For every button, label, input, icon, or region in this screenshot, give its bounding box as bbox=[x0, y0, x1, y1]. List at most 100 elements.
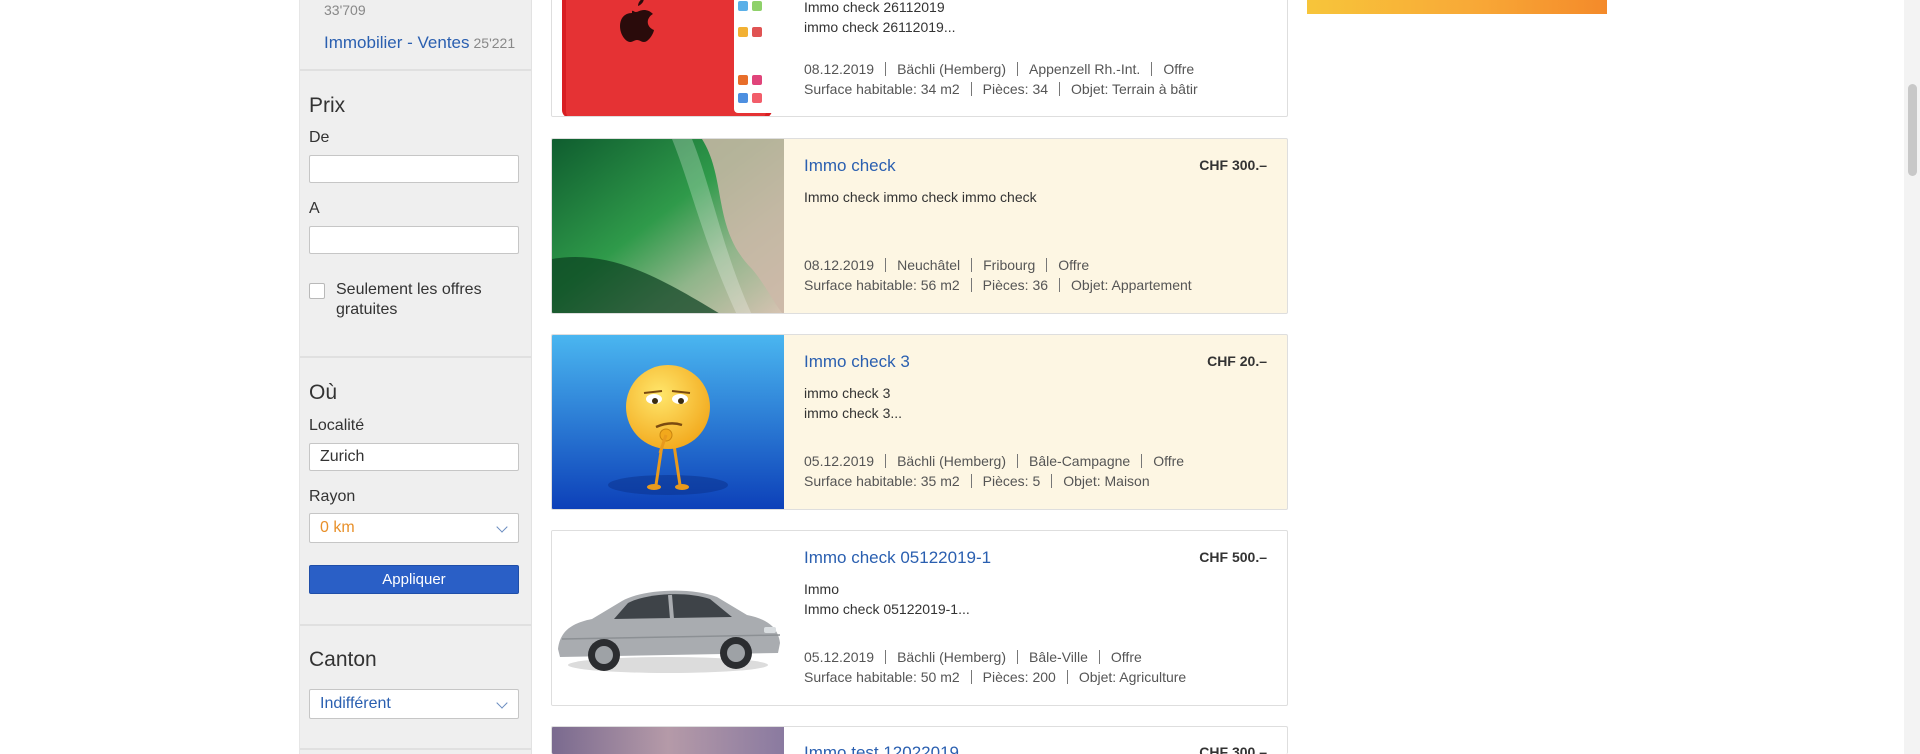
canton-section-title: Canton bbox=[309, 648, 377, 671]
listing-card[interactable]: Immo check 05122019-1 CHF 500.– Immo Imm… bbox=[551, 530, 1288, 706]
listing-date: 08.12.2019 bbox=[804, 61, 875, 77]
scrollbar-thumb[interactable] bbox=[1908, 84, 1917, 176]
listing-seller: Bächli (Hemberg) bbox=[897, 649, 1007, 665]
free-only-checkbox[interactable] bbox=[309, 283, 325, 299]
price-from-input[interactable] bbox=[309, 155, 519, 183]
listing-image-red-tablet[interactable] bbox=[552, 0, 784, 116]
canton-select[interactable]: Indifférent bbox=[309, 689, 519, 719]
listing-description: immo check 3 immo check 3... bbox=[804, 383, 902, 423]
listing-card[interactable]: Immo check 26112019 immo check 26112019.… bbox=[551, 0, 1288, 117]
listing-card[interactable]: Immo check CHF 300.– Immo check immo che… bbox=[551, 138, 1288, 314]
meta-divider bbox=[1059, 82, 1061, 96]
meta-divider bbox=[1046, 258, 1048, 272]
listing-description-line: immo check 3... bbox=[804, 405, 903, 421]
listing-image-silver-car[interactable] bbox=[552, 531, 784, 705]
locality-input[interactable] bbox=[309, 443, 519, 471]
meta-divider bbox=[885, 650, 887, 664]
price-to-label: A bbox=[309, 200, 320, 217]
listing-rooms: Pièces: 5 bbox=[982, 473, 1041, 489]
where-section-title: Où bbox=[309, 381, 338, 404]
listing-object: Objet: Maison bbox=[1063, 473, 1150, 489]
chevron-down-icon bbox=[496, 697, 508, 709]
listing-image-emoji-character[interactable] bbox=[552, 335, 784, 509]
divider bbox=[300, 624, 531, 626]
meta-divider bbox=[1151, 62, 1153, 76]
listing-description-line: immo check 26112019... bbox=[804, 19, 956, 35]
advertisement-banner[interactable] bbox=[1307, 0, 1607, 14]
listing-meta-row: 05.12.2019 Bächli (Hemberg) Bâle-Campagne O… bbox=[804, 453, 1184, 469]
listing-surface: Surface habitable: 56 m2 bbox=[804, 277, 960, 293]
meta-divider bbox=[1017, 62, 1019, 76]
divider bbox=[300, 69, 531, 71]
meta-divider bbox=[1059, 278, 1061, 292]
listing-type: Offre bbox=[1110, 649, 1142, 665]
listing-seller: Bächli (Hemberg) bbox=[897, 61, 1007, 77]
listing-object: Objet: Terrain à bâtir bbox=[1071, 81, 1198, 97]
listing-type: Offre bbox=[1163, 61, 1195, 77]
category-link-immobilier-ventes[interactable]: Immobilier - Ventes 25'221 bbox=[324, 33, 515, 53]
listing-seller: Neuchâtel bbox=[897, 257, 961, 273]
meta-divider bbox=[1017, 454, 1019, 468]
listing-region: Fribourg bbox=[983, 257, 1036, 273]
listing-rooms: Pièces: 36 bbox=[982, 277, 1049, 293]
free-only-label[interactable]: Seulement les offres gratuites bbox=[336, 280, 501, 320]
chevron-down-icon bbox=[496, 521, 508, 533]
listing-seller: Bächli (Hemberg) bbox=[897, 453, 1007, 469]
listing-title-link[interactable]: Immo test 12022019 bbox=[804, 743, 959, 754]
scrollbar[interactable] bbox=[1904, 0, 1920, 754]
listing-price: CHF 300.– bbox=[1199, 744, 1267, 754]
listing-card[interactable]: Immo check 3 CHF 20.– immo check 3 immo … bbox=[551, 334, 1288, 510]
divider bbox=[300, 748, 531, 750]
listing-rooms: Pièces: 200 bbox=[982, 669, 1056, 685]
listing-title-link[interactable]: Immo check bbox=[804, 156, 896, 176]
listing-region: Bâle-Ville bbox=[1029, 649, 1088, 665]
listing-date: 08.12.2019 bbox=[804, 257, 875, 273]
listing-description-line: Immo check 26112019 bbox=[804, 0, 945, 15]
listing-details-row: Surface habitable: 35 m2 Pièces: 5 Objet: … bbox=[804, 473, 1150, 489]
radius-label: Rayon bbox=[309, 488, 356, 505]
category-label: Immobilier - Ventes bbox=[324, 33, 470, 52]
divider bbox=[300, 356, 531, 358]
listing-description-line: immo check 3 bbox=[804, 385, 891, 401]
apply-button[interactable]: Appliquer bbox=[309, 565, 519, 594]
free-only-option[interactable]: Seulement les offres gratuites bbox=[309, 280, 501, 320]
listing-meta-row: 08.12.2019 Bächli (Hemberg) Appenzell Rh.-… bbox=[804, 61, 1194, 77]
canton-value: Indifférent bbox=[320, 695, 391, 712]
listing-image-purple-sky[interactable] bbox=[552, 727, 784, 754]
listing-object: Objet: Agriculture bbox=[1078, 669, 1187, 685]
meta-divider bbox=[970, 82, 972, 96]
meta-divider bbox=[1066, 670, 1068, 684]
listing-region: Bâle-Campagne bbox=[1029, 453, 1131, 469]
listing-meta-row: 08.12.2019 Neuchâtel Fribourg Offre bbox=[804, 257, 1089, 273]
meta-divider bbox=[971, 258, 973, 272]
listing-description-line: Immo check immo check immo check bbox=[804, 189, 1037, 205]
radius-value: 0 km bbox=[320, 519, 355, 536]
listing-type: Offre bbox=[1153, 453, 1185, 469]
listing-image-green-wave[interactable] bbox=[552, 139, 784, 313]
listing-price: CHF 300.– bbox=[1199, 157, 1267, 173]
listing-description-line: Immo check 05122019-1... bbox=[804, 601, 970, 617]
listing-region: Appenzell Rh.-Int. bbox=[1029, 61, 1141, 77]
radius-select[interactable]: 0 km bbox=[309, 513, 519, 543]
listing-title-link[interactable]: Immo check 05122019-1 bbox=[804, 548, 991, 568]
meta-divider bbox=[1017, 650, 1019, 664]
price-to-input[interactable] bbox=[309, 226, 519, 254]
listing-date: 05.12.2019 bbox=[804, 453, 875, 469]
listing-details-row: Surface habitable: 34 m2 Pièces: 34 Objet:… bbox=[804, 81, 1198, 97]
locality-label: Localité bbox=[309, 417, 365, 434]
listing-details-row: Surface habitable: 56 m2 Pièces: 36 Objet:… bbox=[804, 277, 1192, 293]
listing-description-line: Immo bbox=[804, 581, 839, 597]
listing-meta-row: 05.12.2019 Bächli (Hemberg) Bâle-Ville Offr… bbox=[804, 649, 1142, 665]
meta-divider bbox=[1051, 474, 1053, 488]
category-count: 25'221 bbox=[473, 35, 516, 51]
category-count: 33'709 bbox=[324, 2, 366, 18]
listing-title-link[interactable]: Immo check 3 bbox=[804, 352, 910, 372]
listing-object: Objet: Appartement bbox=[1071, 277, 1192, 293]
listing-price: CHF 500.– bbox=[1199, 549, 1267, 565]
meta-divider bbox=[970, 474, 972, 488]
listing-surface: Surface habitable: 50 m2 bbox=[804, 669, 960, 685]
listing-description: Immo check immo check immo check bbox=[804, 187, 1037, 207]
listing-card[interactable]: Immo test 12022019 CHF 300.– bbox=[551, 726, 1288, 754]
listing-description: Immo Immo check 05122019-1... bbox=[804, 579, 970, 619]
price-from-label: De bbox=[309, 129, 330, 146]
